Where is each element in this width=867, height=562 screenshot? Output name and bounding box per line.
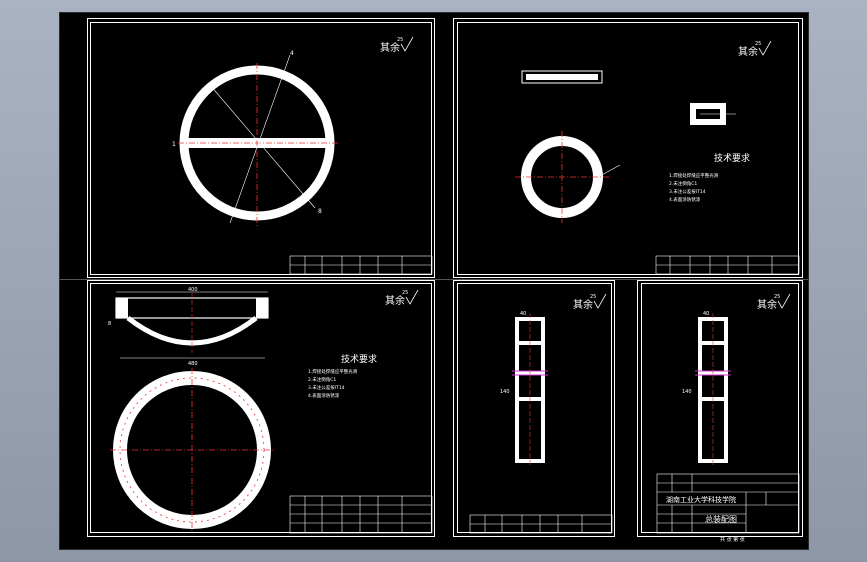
svg-text:25: 25 (774, 294, 780, 300)
dim-label-1: 4 (290, 50, 294, 57)
title-block-bl (289, 495, 433, 534)
detail-block (690, 103, 736, 125)
dim-400: 400 (188, 287, 198, 293)
drawing-sheet: 4 1 8 其余 25 其余 25 其余 25 其余 25 其余 25 技术要求… (59, 12, 809, 550)
dim-140-right: 140 (682, 389, 692, 395)
title-block-bm (469, 514, 613, 534)
tech-req-title-bl: 技术要求 (341, 353, 377, 365)
title-block-tl (289, 255, 433, 275)
title-block-tr (655, 255, 800, 275)
tech-req-title-tr: 技术要求 (714, 152, 750, 164)
dim-40-mid: 40 (520, 311, 526, 317)
roughness-symbol-br: 其余 25 (757, 293, 791, 311)
drawing-name: 总装配图 (705, 514, 737, 524)
school-name: 湖南工业大学科技学院 (666, 495, 736, 504)
tech-line-bl-1: 1.焊接处焊缝应平整光滑 (308, 368, 358, 375)
tech-line-tr-4: 4.表面涂防锈漆 (669, 196, 701, 203)
dim-140-mid: 140 (500, 389, 510, 395)
tech-line-tr-2: 2.未注倒角C1 (669, 180, 697, 187)
drawing-canvas: 4 1 8 其余 25 其余 25 其余 25 其余 25 其余 25 技术要求… (108, 36, 800, 543)
ring-with-crossbar (178, 54, 338, 228)
roughness-symbol-tr: 其余 25 (738, 40, 772, 58)
ladder-column-mid (512, 313, 548, 467)
svg-text:25: 25 (755, 41, 761, 47)
svg-text:25: 25 (402, 290, 408, 296)
curved-beam-view (115, 291, 269, 359)
flat-plate-side-view (521, 70, 603, 84)
dim-label-2: 1 (172, 141, 176, 148)
dim-40-right: 40 (703, 311, 709, 317)
tech-line-tr-3: 3.未注公差按IT14 (669, 188, 706, 195)
roughness-symbol-bm: 其余 25 (573, 293, 607, 311)
ladder-column-right (695, 313, 731, 467)
roughness-symbol-bl: 其余 25 (385, 289, 419, 307)
svg-text:25: 25 (590, 294, 596, 300)
flange-ring (110, 368, 274, 533)
sheet-count: 共 张 第 张 (720, 536, 745, 543)
ring-small (515, 131, 621, 223)
dim-label-3: 8 (318, 208, 322, 215)
svg-text:25: 25 (397, 37, 403, 43)
roughness-symbol-tl: 其余 25 (380, 36, 414, 54)
tech-line-bl-2: 2.未注倒角C1 (308, 376, 336, 383)
dim-8: 8 (108, 321, 111, 327)
tech-line-bl-3: 3.未注公差按IT14 (308, 384, 345, 391)
dim-480: 480 (188, 361, 198, 367)
tech-line-tr-1: 1.焊接处焊缝应平整光滑 (669, 172, 719, 179)
tech-line-bl-4: 4.表面涂防锈漆 (308, 392, 340, 399)
